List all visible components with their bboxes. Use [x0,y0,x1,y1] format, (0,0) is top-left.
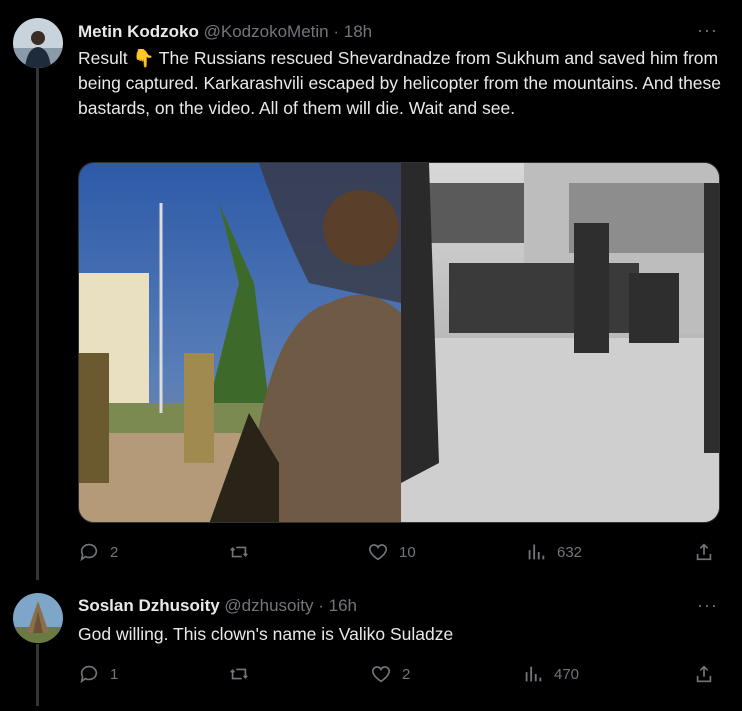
reply-icon [80,543,98,562]
tweet-1[interactable]: Metin Kodzoko @KodzokoMetin · 18h ··· Re… [0,0,742,580]
retweet-button[interactable] [228,663,260,685]
reply-count: 1 [110,665,119,683]
share-icon [696,543,712,561]
share-button[interactable] [693,663,715,685]
thread-line [36,644,39,706]
tweet-header: Soslan Dzhusoity @dzhusoity · 16h [78,596,357,616]
views-icon [525,666,542,682]
like-icon [368,544,388,561]
share-icon [696,665,712,683]
author-name[interactable]: Metin Kodzoko [78,22,199,41]
views-button[interactable]: 470 [522,663,579,685]
reply-button[interactable]: 2 [78,541,118,563]
timestamp[interactable]: 18h [344,22,372,41]
reply-count: 2 [110,543,119,561]
more-icon[interactable]: ··· [697,595,718,616]
author-name[interactable]: Soslan Dzhusoity [78,596,220,615]
share-button[interactable] [693,541,715,563]
views-icon [528,544,545,560]
retweet-icon [230,546,248,558]
like-count: 10 [399,543,416,561]
view-count: 632 [557,543,583,561]
tweet-actions: 1 2 470 [78,663,718,687]
tweet-media[interactable] [78,162,720,523]
media-photo[interactable] [79,163,720,523]
avatar[interactable] [13,18,63,68]
author-handle[interactable]: @dzhusoity [224,596,313,615]
like-button[interactable]: 2 [370,663,410,685]
retweet-button[interactable] [228,541,260,563]
like-button[interactable]: 10 [367,541,416,563]
tweet-2[interactable]: Soslan Dzhusoity @dzhusoity · 16h ··· Go… [0,580,742,711]
like-count: 2 [402,665,411,683]
tweet-header: Metin Kodzoko @KodzokoMetin · 18h [78,22,372,42]
separator-dot: · [333,22,340,41]
reply-button[interactable]: 1 [78,663,118,685]
tweet-actions: 2 10 632 [78,541,718,565]
retweet-icon [230,668,248,680]
tweet-text: God willing. This clown's name is Valiko… [78,624,454,644]
more-icon[interactable]: ··· [697,20,718,41]
timestamp[interactable]: 16h [329,596,357,615]
thread-line [36,68,39,580]
avatar[interactable] [13,593,63,643]
tweet-text: Result 👇 The Russians rescued Shevardnad… [78,48,722,118]
reply-icon [80,665,98,684]
separator-dot: · [318,596,324,615]
views-button[interactable]: 632 [525,541,582,563]
like-icon [371,666,391,683]
author-handle[interactable]: @KodzokoMetin [204,22,329,41]
view-count: 470 [554,665,580,683]
